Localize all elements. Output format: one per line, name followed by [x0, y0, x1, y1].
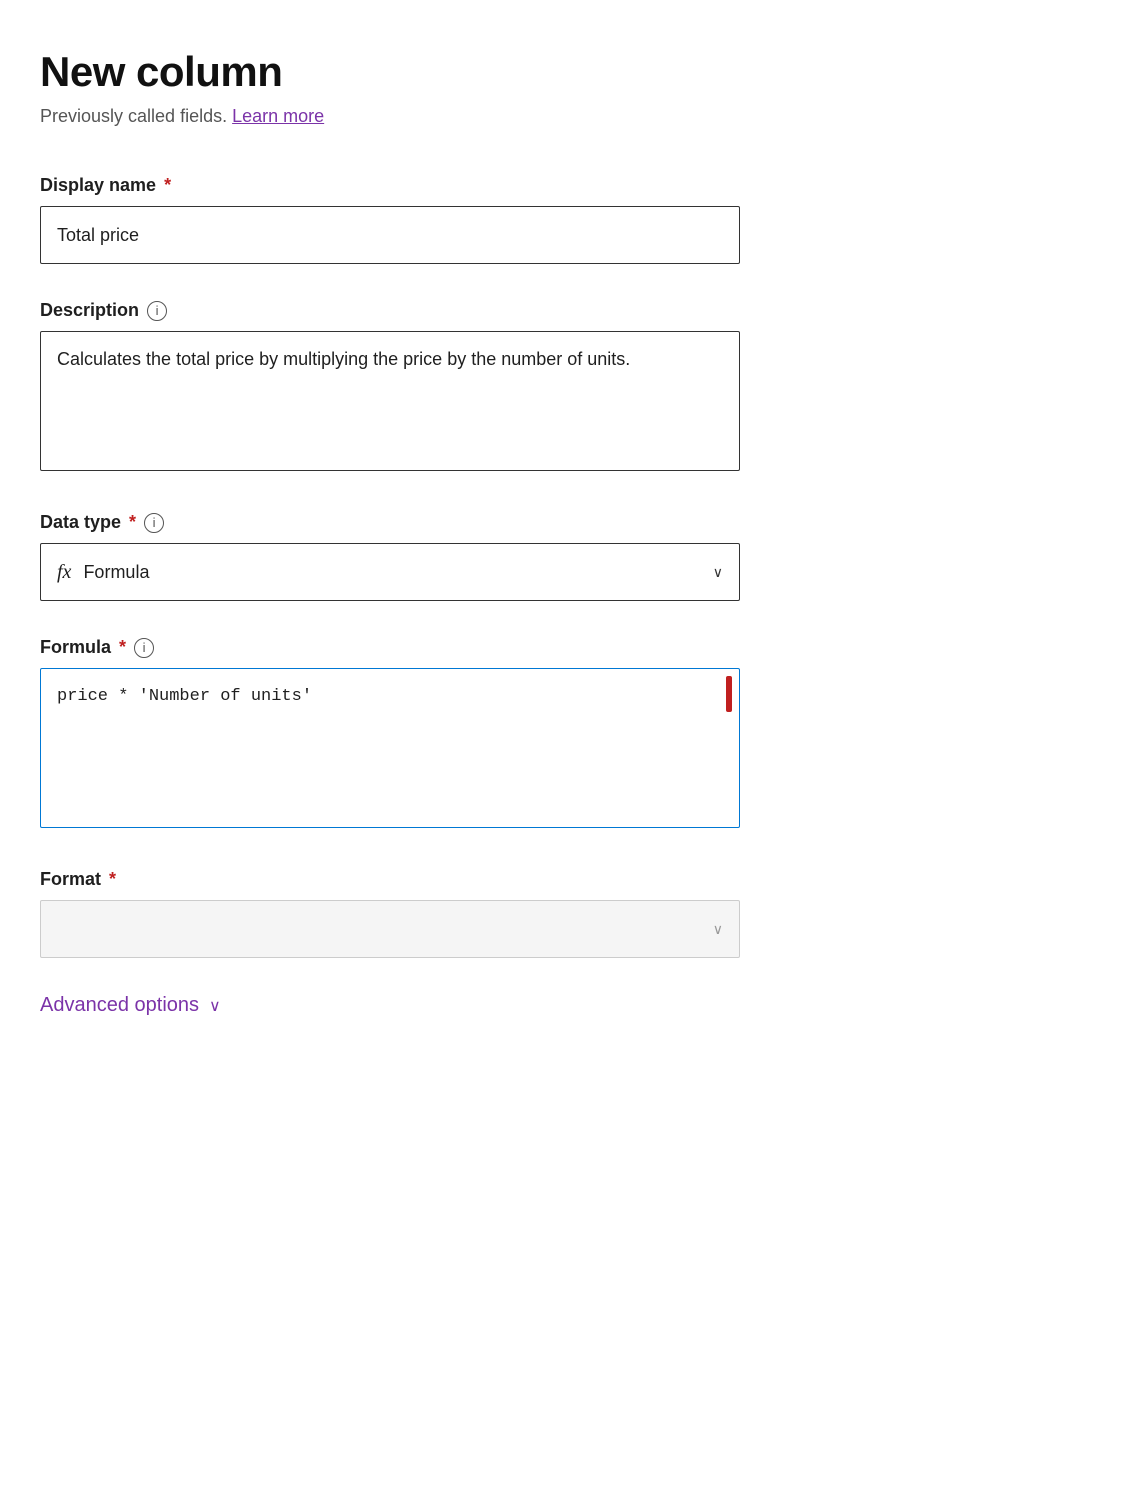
format-select[interactable]: ∨	[40, 900, 740, 958]
formula-error-indicator	[726, 676, 732, 712]
data-type-select[interactable]: fx Formula ∨	[40, 543, 740, 601]
formula-label: Formula * i	[40, 637, 1100, 658]
display-name-required: *	[164, 175, 171, 196]
data-type-label: Data type * i	[40, 512, 1100, 533]
formula-info-icon[interactable]: i	[134, 638, 154, 658]
formula-fx-icon: fx	[57, 561, 71, 584]
display-name-group: Display name *	[40, 175, 1100, 264]
description-info-icon[interactable]: i	[147, 301, 167, 321]
description-input[interactable]: Calculates the total price by multiplyin…	[40, 331, 740, 471]
advanced-options-chevron-icon: ∨	[209, 996, 221, 1016]
data-type-value: Formula	[83, 562, 149, 583]
display-name-input[interactable]	[40, 206, 740, 264]
description-label: Description i	[40, 300, 1100, 321]
format-label: Format *	[40, 869, 1100, 890]
data-type-chevron-icon: ∨	[713, 564, 723, 581]
formula-wrapper: price * 'Number of units'	[40, 668, 740, 833]
formula-group: Formula * i price * 'Number of units'	[40, 637, 1100, 833]
format-required: *	[109, 869, 116, 890]
format-group: Format * ∨	[40, 869, 1100, 958]
display-name-label: Display name *	[40, 175, 1100, 196]
data-type-group: Data type * i fx Formula ∨	[40, 512, 1100, 601]
format-chevron-icon: ∨	[713, 921, 723, 938]
formula-required: *	[119, 637, 126, 658]
advanced-options-label: Advanced options	[40, 994, 199, 1017]
description-group: Description i Calculates the total price…	[40, 300, 1100, 476]
data-type-info-icon[interactable]: i	[144, 513, 164, 533]
page-subtitle: Previously called fields. Learn more	[40, 106, 1100, 127]
data-type-required: *	[129, 512, 136, 533]
page-title: New column	[40, 48, 1100, 96]
learn-more-link[interactable]: Learn more	[232, 106, 324, 126]
advanced-options-toggle[interactable]: Advanced options ∨	[40, 994, 1100, 1017]
formula-input[interactable]: price * 'Number of units'	[40, 668, 740, 828]
